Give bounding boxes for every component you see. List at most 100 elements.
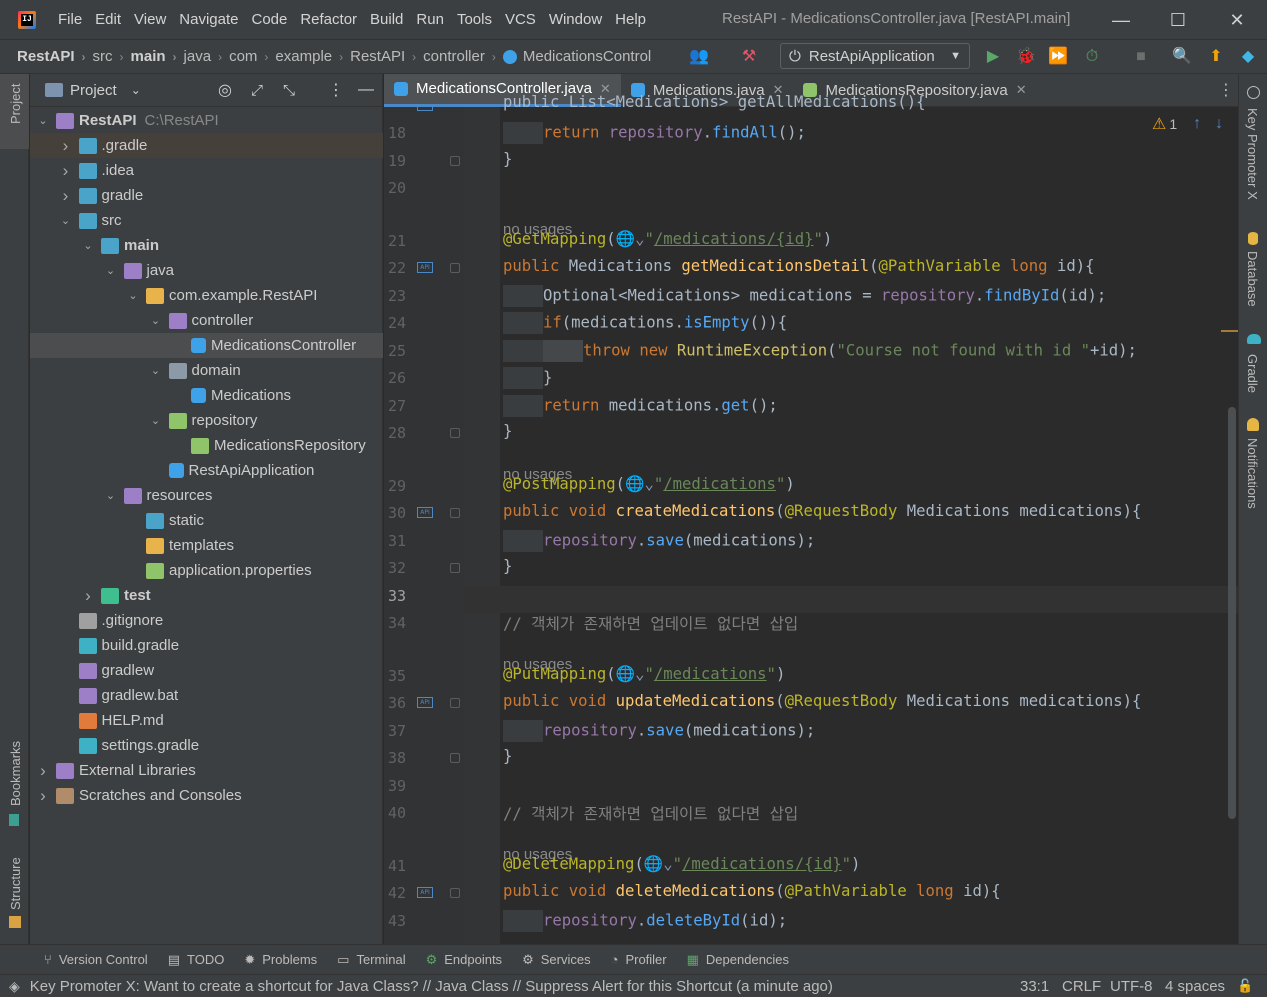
code-line[interactable]: @PostMapping(🌐⌄"/medications") [503, 475, 795, 493]
line-number[interactable]: 27 [388, 397, 418, 415]
fold-toggle-icon[interactable] [450, 508, 460, 518]
breadcrumb-restapi[interactable]: RestAPI › [17, 48, 93, 65]
coverage-icon[interactable]: ⏩ [1047, 46, 1069, 68]
tree-item-java[interactable]: ⌄ java [30, 258, 383, 283]
chevron-right-icon[interactable]: › [59, 161, 73, 181]
search-icon[interactable]: 🔍 [1171, 46, 1193, 68]
menu-build[interactable]: Build [370, 11, 403, 28]
code-line[interactable]: if(medications.isEmpty()){ [503, 312, 787, 334]
tree-item-domain[interactable]: ⌄ domain [30, 358, 383, 383]
line-number[interactable]: 25 [388, 342, 418, 360]
menu-vcs[interactable]: VCS [505, 11, 536, 28]
line-number[interactable]: 38 [388, 749, 418, 767]
lock-icon[interactable]: 🔓 [1237, 978, 1253, 994]
line-number[interactable]: 39 [388, 777, 418, 795]
tree-item-main[interactable]: ⌄ main [30, 233, 383, 258]
breadcrumb-src[interactable]: src › [93, 48, 131, 65]
breadcrumb-restapi[interactable]: RestAPI › [350, 48, 423, 65]
breadcrumb-com[interactable]: com › [229, 48, 275, 65]
chevron-down-icon[interactable]: ⌄ [81, 239, 95, 252]
line-number[interactable]: 23 [388, 287, 418, 305]
tool-problems[interactable]: ✹ Problems [244, 952, 317, 968]
breadcrumb-controller[interactable]: controller › [423, 48, 503, 65]
tree-item-gradlew-bat[interactable]: gradlew.bat [30, 683, 383, 708]
code-line[interactable]: // 객체가 존재하면 업데이트 없다면 삽입 [503, 802, 798, 824]
line-number[interactable]: 19 [388, 152, 418, 170]
chevron-right-icon[interactable]: › [81, 586, 95, 606]
code-line[interactable]: // 객체가 존재하면 업데이트 없다면 삽입 [503, 612, 798, 634]
menu-edit[interactable]: Edit [95, 11, 121, 28]
locate-target-icon[interactable]: ◎ [218, 80, 232, 100]
line-number[interactable]: 31 [388, 532, 418, 550]
recent-files-kebab-icon[interactable]: ⋮ [1218, 80, 1234, 100]
tree-item-resources[interactable]: ⌄ resources [30, 483, 383, 508]
error-stripe-marker[interactable] [1221, 330, 1238, 332]
hide-panel-icon[interactable]: — [358, 81, 374, 99]
tree-item-com-example-restapi[interactable]: ⌄ com.example.RestAPI [30, 283, 383, 308]
tree-item-build-gradle[interactable]: build.gradle [30, 633, 383, 658]
line-number[interactable]: 28 [388, 424, 418, 442]
expand-all-icon[interactable]: ⤢ [251, 82, 263, 99]
code-line[interactable]: @GetMapping(🌐⌄"/medications/{id}") [503, 230, 832, 248]
chevron-right-icon[interactable]: › [59, 186, 73, 206]
api-endpoint-gutter-icon[interactable]: API [417, 697, 433, 708]
collapse-all-icon[interactable]: ⤡ [283, 82, 295, 99]
tool-terminal[interactable]: ▭ Terminal [337, 952, 405, 968]
structure-tool-label[interactable]: Structure [8, 857, 23, 910]
tool-dependencies[interactable]: ▦ Dependencies [687, 952, 789, 968]
code-line[interactable]: repository.save(medications); [503, 529, 815, 552]
chevron-down-icon[interactable]: ⌄ [36, 114, 50, 127]
tree-item-restapi[interactable]: ⌄ RestAPI C:\RestAPI [30, 108, 383, 133]
tree-item-medications[interactable]: Medications [30, 383, 383, 408]
line-number[interactable]: 26 [388, 369, 418, 387]
chevron-down-icon[interactable]: ⌄ [149, 364, 163, 377]
close-icon[interactable]: ✕ [1223, 6, 1251, 34]
chevron-right-icon[interactable]: › [36, 786, 50, 806]
code-line[interactable]: public void createMedications(@RequestBo… [503, 502, 1141, 520]
tree-item-controller[interactable]: ⌄ controller [30, 308, 383, 333]
tree-item-gradlew[interactable]: gradlew [30, 658, 383, 683]
database-icon[interactable] [1248, 232, 1258, 245]
tree-item-restapiapplication[interactable]: RestApiApplication [30, 458, 383, 483]
stop-icon[interactable]: ■ [1130, 46, 1152, 68]
gradle-tool-label[interactable]: Gradle [1245, 354, 1260, 393]
code-line[interactable]: repository.deleteById(id); [503, 909, 787, 932]
line-number[interactable]: 34 [388, 614, 418, 632]
chevron-right-icon[interactable]: › [36, 761, 50, 781]
file-encoding[interactable]: UTF-8 [1110, 978, 1153, 995]
run-configuration-select[interactable]: ⏻ RestApiApplication ▼ [780, 43, 970, 69]
tree-item-repository[interactable]: ⌄ repository [30, 408, 383, 433]
breadcrumb-main[interactable]: main › [131, 48, 184, 65]
menu-refactor[interactable]: Refactor [300, 11, 357, 28]
chevron-down-icon[interactable]: ⌄ [131, 83, 141, 97]
tool-version-control[interactable]: ⑂ Version Control [44, 952, 148, 967]
tree-item-test[interactable]: › test [30, 583, 383, 608]
fold-end-icon[interactable] [450, 428, 460, 438]
breadcrumb-example[interactable]: example › [275, 48, 350, 65]
tree-item-scratches-and-consoles[interactable]: › Scratches and Consoles [30, 783, 383, 808]
jetbrains-ai-icon[interactable]: ◆ [1237, 46, 1259, 68]
fold-end-icon[interactable] [450, 753, 460, 763]
code-line[interactable]: repository.save(medications); [503, 719, 815, 742]
line-number[interactable]: 40 [388, 804, 418, 822]
tool-services[interactable]: ⚙ Services [522, 952, 591, 968]
code-line[interactable]: public void updateMedications(@RequestBo… [503, 692, 1141, 710]
line-number[interactable]: 37 [388, 722, 418, 740]
line-number[interactable]: 42 [388, 884, 418, 902]
menu-tools[interactable]: Tools [457, 11, 492, 28]
line-number[interactable]: 33 [388, 587, 418, 605]
code-line[interactable]: } [503, 557, 512, 575]
line-number[interactable]: 22 [388, 259, 418, 277]
line-number[interactable]: 30 [388, 504, 418, 522]
menu-view[interactable]: View [134, 11, 166, 28]
tool-todo[interactable]: ▤ TODO [168, 952, 225, 968]
next-highlight-icon[interactable]: ↓ [1215, 115, 1223, 133]
line-number[interactable]: 29 [388, 477, 418, 495]
menu-help[interactable]: Help [615, 11, 646, 28]
chevron-down-icon[interactable]: ⌄ [104, 489, 118, 502]
status-shield-icon[interactable]: ◈ [9, 978, 20, 995]
fold-toggle-icon[interactable] [450, 698, 460, 708]
tree-item-external-libraries[interactable]: › External Libraries [30, 758, 383, 783]
line-number[interactable]: 24 [388, 314, 418, 332]
tree-item-templates[interactable]: templates [30, 533, 383, 558]
